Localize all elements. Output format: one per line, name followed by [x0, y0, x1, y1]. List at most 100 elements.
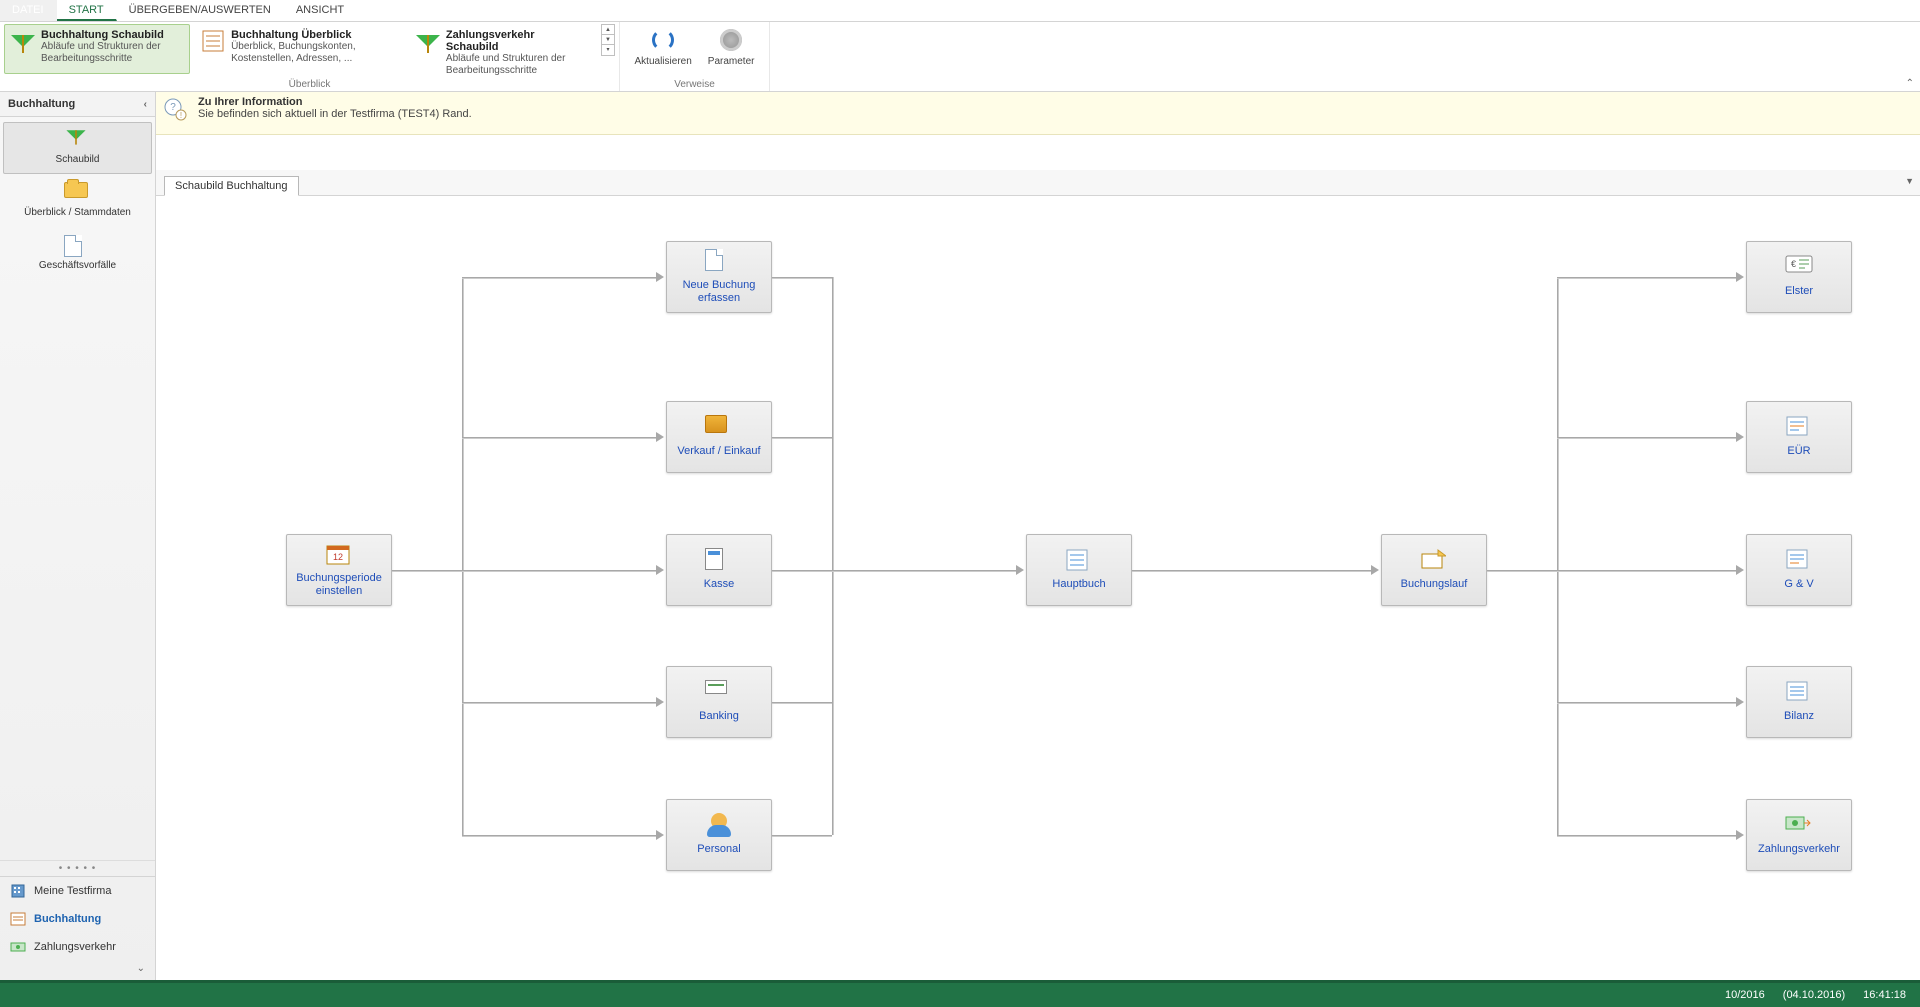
main: Schaubild Buchhaltung ▼ 12 Buchungsperio… — [156, 170, 1920, 980]
menu-tabs: DATEI START ÜBERGEBEN/AUSWERTEN ANSICHT — [0, 0, 1920, 22]
payment-icon — [1785, 813, 1813, 839]
node-buchungslauf[interactable]: Buchungslauf — [1381, 534, 1487, 606]
ribbon-btn-params[interactable]: Parameter — [702, 24, 761, 69]
sidebar-collapse-icon[interactable]: ‹ — [144, 99, 147, 110]
sidebar-title: Buchhaltung — [8, 98, 75, 110]
node-neue-buchung[interactable]: Neue Buchung erfassen — [666, 241, 772, 313]
sidebar-bottom-testfirma[interactable]: Meine Testfirma — [0, 877, 155, 905]
sidebar-bottom-label: Buchhaltung — [34, 913, 101, 925]
svg-text:!: ! — [180, 111, 182, 120]
node-bilanz[interactable]: Bilanz — [1746, 666, 1852, 738]
gear-icon — [717, 26, 745, 54]
node-hauptbuch[interactable]: Hauptbuch — [1026, 534, 1132, 606]
document-icon — [64, 235, 92, 257]
ribbon: Buchhaltung Schaubild Abläufe und Strukt… — [0, 22, 1920, 92]
umbrella-icon — [11, 29, 35, 53]
ribbon-vert-label: Aktualisieren — [635, 56, 692, 67]
tab-start[interactable]: START — [57, 0, 117, 21]
info-title: Zu Ihrer Information — [198, 96, 472, 108]
svg-text:12: 12 — [333, 552, 343, 562]
ribbon-btn-title: Buchhaltung Überblick — [231, 29, 398, 41]
money-icon — [10, 939, 26, 955]
spin-up-icon[interactable]: ▲ — [602, 25, 614, 35]
node-buchungsperiode[interactable]: 12 Buchungsperiode einstellen — [286, 534, 392, 606]
info-line: Sie befinden sich aktuell in der Testfir… — [198, 108, 472, 120]
tab-uebergeben[interactable]: ÜBERGEBEN/AUSWERTEN — [117, 0, 284, 21]
ribbon-btn-zahlungsverkehr[interactable]: Zahlungsverkehr Schaubild Abläufe und St… — [409, 24, 595, 82]
sidebar-item-stammdaten[interactable]: Überblick / Stammdaten — [3, 175, 152, 227]
refresh-icon — [649, 26, 677, 54]
node-label: Neue Buchung erfassen — [667, 279, 771, 305]
node-zahlungsverkehr[interactable]: Zahlungsverkehr — [1746, 799, 1852, 871]
statusbar: 10/2016 (04.10.2016) 16:41:18 — [0, 980, 1920, 1007]
ribbon-btn-sub: Abläufe und Strukturen der Bearbeitungss… — [446, 53, 588, 77]
calendar-icon: 12 — [325, 542, 353, 568]
tabstrip: Schaubild Buchhaltung ▼ — [156, 170, 1920, 196]
spin-down-icon[interactable]: ▼ — [602, 35, 614, 45]
report-icon — [1785, 680, 1813, 706]
new-document-icon — [705, 249, 733, 275]
tab-schaubild-buchhaltung[interactable]: Schaubild Buchhaltung — [164, 176, 299, 196]
ribbon-btn-schaubild[interactable]: Buchhaltung Schaubild Abläufe und Strukt… — [4, 24, 190, 74]
sidebar-header: Buchhaltung ‹ — [0, 92, 155, 117]
sidebar-item-label: Überblick / Stammdaten — [24, 207, 131, 218]
ribbon-btn-refresh[interactable]: Aktualisieren — [629, 24, 698, 69]
elster-icon: € — [1785, 255, 1813, 281]
node-label: Bilanz — [1780, 710, 1818, 723]
node-kasse[interactable]: Kasse — [666, 534, 772, 606]
ribbon-spinner[interactable]: ▲ ▼ ▾ — [601, 24, 615, 56]
node-label: Verkauf / Einkauf — [673, 445, 764, 458]
ledger-icon — [1065, 548, 1093, 574]
ribbon-btn-title: Zahlungsverkehr Schaubild — [446, 29, 588, 53]
ribbon-vert-label: Parameter — [708, 56, 755, 67]
ribbon-collapse-icon[interactable]: ⌃ — [1906, 78, 1914, 89]
node-elster[interactable]: € Elster — [1746, 241, 1852, 313]
sidebar-item-label: Schaubild — [56, 154, 100, 165]
node-label: Elster — [1781, 285, 1817, 298]
status-date: (04.10.2016) — [1783, 989, 1845, 1001]
list-icon — [201, 29, 225, 53]
bank-icon — [705, 680, 733, 706]
node-verkauf-einkauf[interactable]: Verkauf / Einkauf — [666, 401, 772, 473]
tab-dropdown-icon[interactable]: ▼ — [1905, 176, 1914, 186]
sidebar-bottom-label: Meine Testfirma — [34, 885, 111, 897]
node-label: Buchungsperiode einstellen — [287, 572, 391, 598]
sidebar-item-schaubild[interactable]: Schaubild — [3, 122, 152, 174]
info-icon: ?! — [164, 98, 188, 122]
node-label: Buchungslauf — [1397, 578, 1472, 591]
node-eur[interactable]: EÜR — [1746, 401, 1852, 473]
node-personal[interactable]: Personal — [666, 799, 772, 871]
umbrella-icon — [64, 129, 92, 151]
node-label: EÜR — [1783, 445, 1814, 458]
sidebar-bottom-buchhaltung[interactable]: Buchhaltung — [0, 905, 155, 933]
info-bar: ?! Zu Ihrer Information Sie befinden sic… — [156, 92, 1920, 135]
ribbon-group-label: Überblick — [0, 78, 619, 91]
node-label: G & V — [1780, 578, 1817, 591]
person-icon — [705, 813, 733, 839]
spin-more-icon[interactable]: ▾ — [602, 45, 614, 55]
ledger-icon — [10, 911, 26, 927]
ribbon-btn-sub: Überblick, Buchungskonten, Kostenstellen… — [231, 41, 398, 65]
status-period: 10/2016 — [1725, 989, 1765, 1001]
node-banking[interactable]: Banking — [666, 666, 772, 738]
process-icon — [1420, 548, 1448, 574]
sidebar-more-icon[interactable]: ⌄ — [0, 961, 155, 980]
node-gv[interactable]: G & V — [1746, 534, 1852, 606]
node-label: Banking — [695, 710, 743, 723]
report-icon — [1785, 415, 1813, 441]
node-label: Personal — [693, 843, 744, 856]
sidebar-resize-dots[interactable]: • • • • • — [0, 860, 155, 876]
node-label: Zahlungsverkehr — [1754, 843, 1844, 856]
ribbon-btn-ueberblick[interactable]: Buchhaltung Überblick Überblick, Buchung… — [194, 24, 405, 74]
sidebar-bottom-label: Zahlungsverkehr — [34, 941, 116, 953]
node-label: Hauptbuch — [1048, 578, 1109, 591]
node-label: Kasse — [700, 578, 739, 591]
sidebar-item-label: Geschäftsvorfälle — [39, 260, 116, 271]
cash-register-icon — [705, 548, 733, 574]
ribbon-btn-sub: Abläufe und Strukturen der Bearbeitungss… — [41, 41, 183, 65]
tab-ansicht[interactable]: ANSICHT — [284, 0, 357, 21]
sidebar-bottom-zahlungsverkehr[interactable]: Zahlungsverkehr — [0, 933, 155, 961]
ribbon-group-label: Verweise — [620, 78, 769, 91]
tab-datei[interactable]: DATEI — [0, 0, 57, 21]
sidebar-item-geschaeftsvorfaelle[interactable]: Geschäftsvorfälle — [3, 228, 152, 280]
